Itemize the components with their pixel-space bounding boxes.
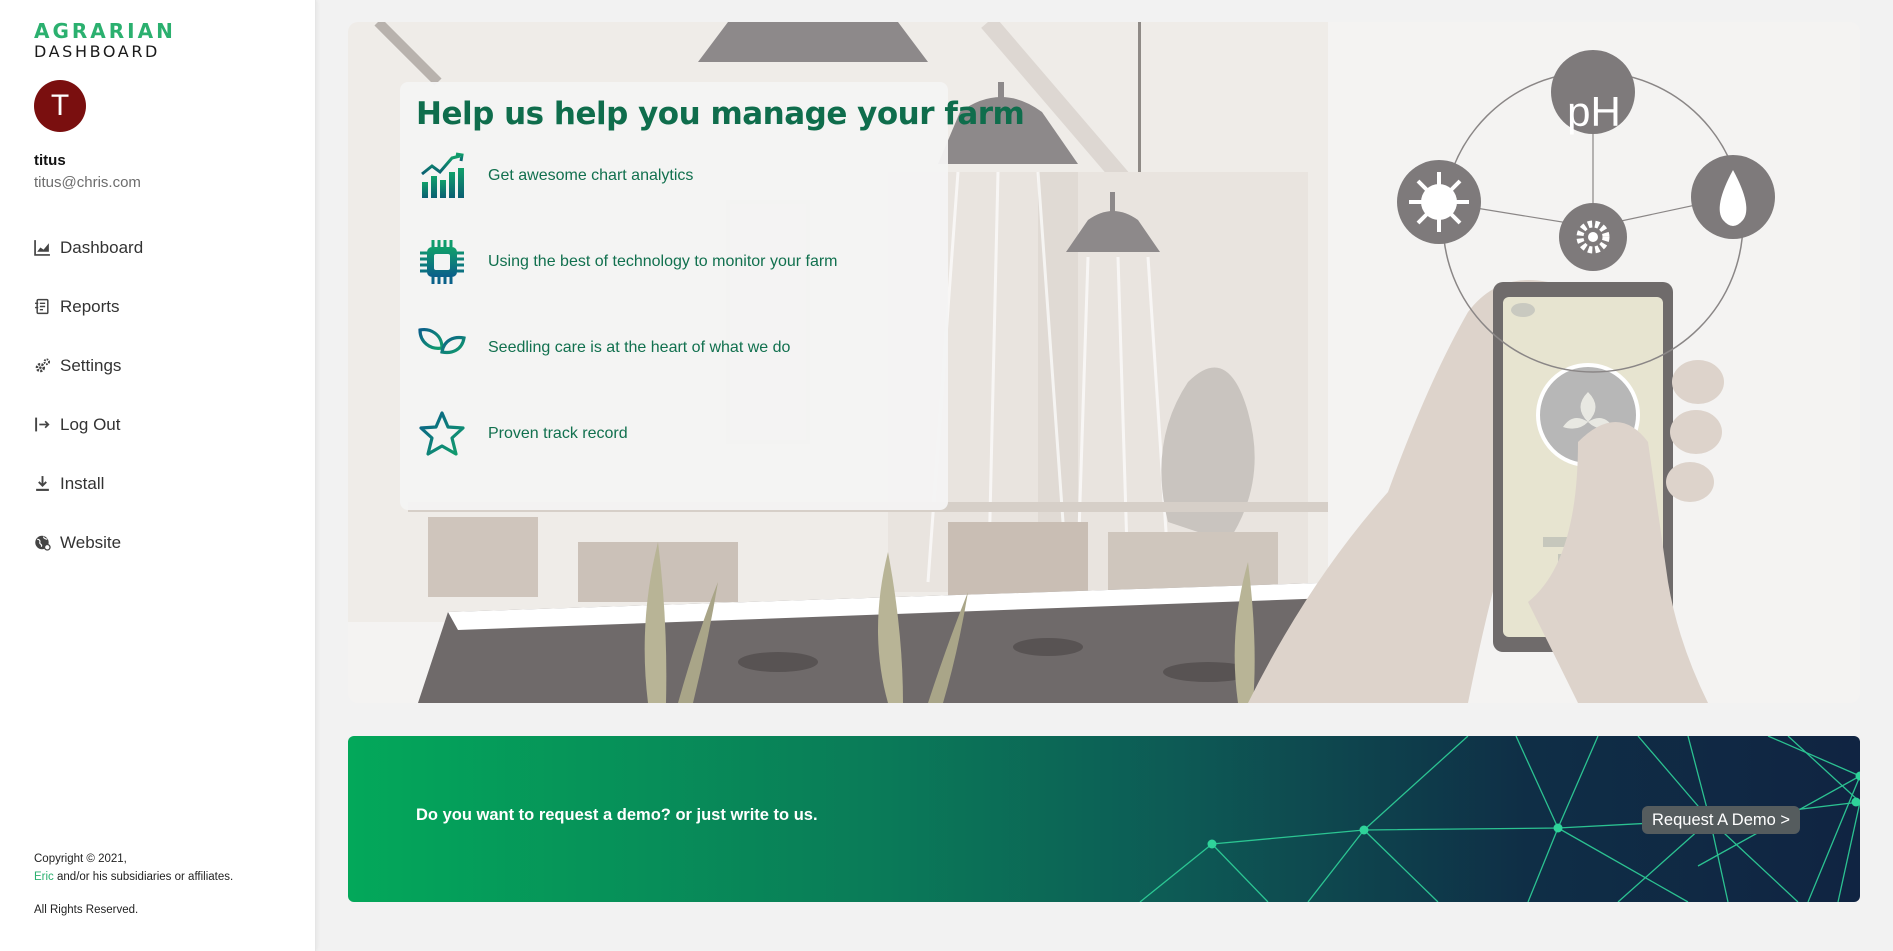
owner-link[interactable]: Eric (34, 871, 54, 883)
gear-icon (35, 358, 51, 373)
sidebar-item-logout[interactable]: Log Out (34, 395, 143, 454)
user-name: titus (34, 152, 66, 169)
demo-banner: Do you want to request a demo? or just w… (348, 736, 1860, 902)
sidebar-item-label: Dashboard (60, 237, 144, 257)
sidebar-item-dashboard[interactable]: Dashboard (34, 218, 143, 277)
copyright-line: Copyright © 2021, (34, 853, 127, 865)
avatar[interactable]: T (34, 80, 86, 132)
sidebar-item-label: Log Out (60, 414, 121, 434)
sidebar-item-settings[interactable]: Settings (34, 336, 143, 395)
sidebar-item-label: Settings (60, 355, 122, 375)
sidebar: AGRARIAN DASHBOARD T titus titus@chris.c… (0, 0, 316, 951)
logo-subtitle: DASHBOARD (34, 42, 160, 61)
sidebar-item-reports[interactable]: Reports (34, 277, 143, 336)
star-icon (419, 411, 465, 456)
feature-text: Using the best of technology to monitor … (488, 253, 838, 270)
sidebar-item-label: Reports (60, 296, 120, 316)
app-logo[interactable]: AGRARIAN DASHBOARD (34, 20, 176, 62)
report-icon (35, 298, 49, 315)
hero-card: Help us help you manage your farm Get aw… (400, 82, 1025, 510)
request-demo-button[interactable]: Request A Demo > (1642, 806, 1801, 834)
user-email: titus@chris.com (34, 174, 141, 191)
feature-text: Seedling care is at the heart of what we… (488, 339, 791, 356)
feature-text: Get awesome chart analytics (488, 167, 694, 184)
logo-title: AGRARIAN (34, 19, 176, 43)
banner-text: Do you want to request a demo? or just w… (416, 806, 818, 824)
feature-track-record: Proven track record (418, 410, 628, 458)
feature-technology: Using the best of technology to monitor … (418, 238, 838, 286)
feature-seedling: Seedling care is at the heart of what we… (418, 324, 790, 372)
feature-text: Proven track record (488, 425, 628, 442)
copyright-notice: Copyright © 2021, Eric and/or his subsid… (34, 850, 233, 919)
seedling-icon (418, 328, 466, 370)
chart-icon (34, 240, 50, 256)
sidebar-item-website[interactable]: Website (34, 513, 143, 572)
sidebar-nav: Dashboard Reports Settings Log Out Insta… (34, 218, 143, 572)
hero-title: Help us help you manage your farm (416, 96, 1025, 132)
sidebar-item-label: Website (60, 532, 122, 552)
feature-analytics: Get awesome chart analytics (418, 152, 693, 200)
sidebar-item-label: Install (60, 473, 105, 493)
ph-sensor-label: pH (1567, 88, 1621, 135)
chip-icon (420, 240, 464, 284)
rights-reserved: All Rights Reserved. (34, 904, 139, 916)
logout-icon (35, 417, 50, 432)
bar-chart-icon (421, 152, 464, 198)
hero-panel: pH Help us help you manage your farm Get… (348, 22, 1860, 703)
copyright-affiliates: and/or his subsidiaries or affiliates. (53, 871, 234, 883)
download-icon (36, 476, 49, 491)
globe-icon (35, 535, 51, 551)
copyright-owner-line: Eric and/or his subsidiaries or affiliat… (34, 868, 233, 886)
sidebar-item-install[interactable]: Install (34, 454, 143, 513)
